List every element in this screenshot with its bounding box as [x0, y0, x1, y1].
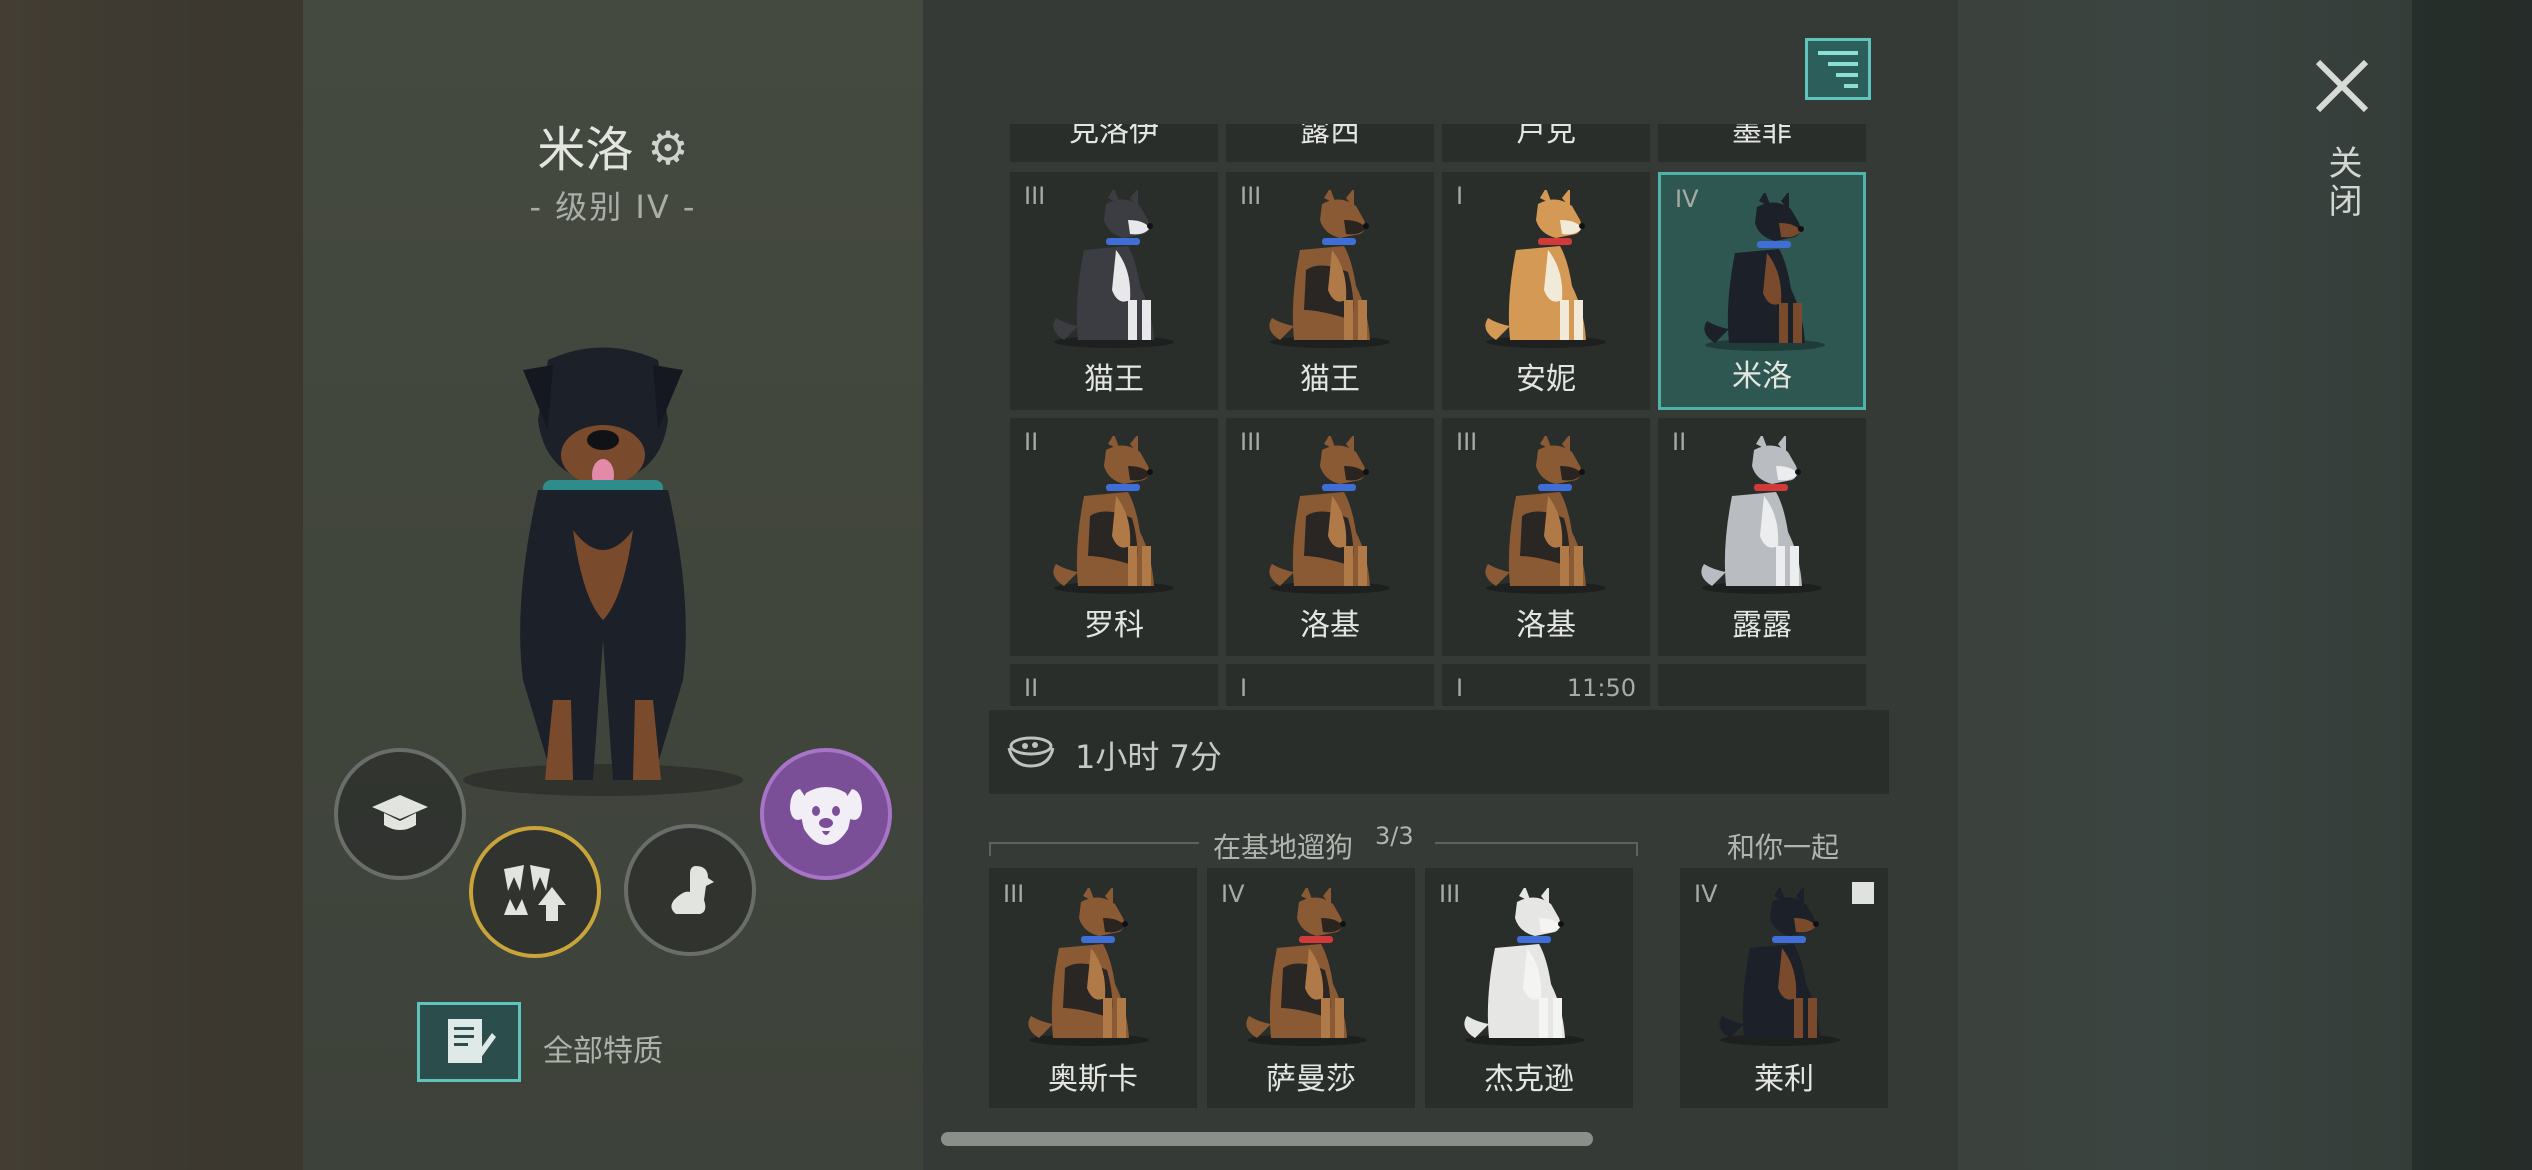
dog-illustration	[1269, 436, 1390, 594]
dog-name-label: 安妮	[1516, 362, 1576, 397]
dog-name-label: 萨曼莎	[1266, 1062, 1356, 1097]
notebook-pen-icon	[448, 1019, 496, 1063]
dog-illustration	[1053, 190, 1174, 348]
dog-illustration	[1701, 436, 1822, 594]
walking-dog-card[interactable]: III 杰克逊	[1425, 868, 1633, 1108]
food-time-text: 1小时 7分	[1075, 738, 1222, 776]
kennel-cell[interactable]: I 安妮	[1442, 172, 1650, 410]
with-you-title: 和你一起	[1727, 831, 1840, 864]
kennel-grid[interactable]: 克洛伊 露西 卢克 墨菲 III 猫王 III 猫王 I 安妮 IV 米洛 II 罗科 III 洛基 I…	[1010, 124, 1872, 706]
dog-level-label: I	[1456, 674, 1464, 702]
dog-face-icon	[790, 787, 862, 845]
divider	[1636, 842, 1638, 856]
dog-name: 米洛	[537, 122, 634, 178]
companion-dog-card[interactable]: IV 莱利	[1680, 868, 1888, 1108]
kennel-cell[interactable]: III 洛基	[1442, 418, 1650, 656]
background-right-band	[2412, 0, 2532, 1170]
walking-dog-card[interactable]: IV 萨曼莎	[1207, 868, 1415, 1108]
dog-level-label: I	[1240, 674, 1248, 702]
menu-icon[interactable]	[1805, 38, 1871, 100]
dog-name-label: 卢克	[1516, 124, 1576, 149]
dog-illustration	[1485, 436, 1606, 594]
kennel-cell[interactable]: III 猫王	[1010, 172, 1218, 410]
kennel-cell[interactable]: I 11:50	[1442, 664, 1650, 706]
dog-name-label: 洛基	[1516, 608, 1576, 643]
kennel-panel: 克洛伊 露西 卢克 墨菲 III 猫王 III 猫王 I 安妮 IV 米洛 II 罗科 III 洛基 I…	[923, 0, 1958, 1170]
box-icon	[1852, 882, 1874, 904]
dog-level: - 级别 IV -	[529, 188, 697, 226]
kennel-cell[interactable]: I	[1226, 664, 1434, 706]
dog-name-label: 奥斯卡	[1048, 1062, 1138, 1097]
dog-level-label: III	[1240, 428, 1262, 456]
dog-name-label: 猫王	[1300, 362, 1360, 397]
rottweiler-portrait	[463, 347, 743, 796]
sitting-dog-icon	[671, 866, 714, 914]
all-traits-button[interactable]	[417, 1002, 521, 1082]
dog-name-label: 克洛伊	[1069, 124, 1159, 149]
gear-icon[interactable]: ⚙	[647, 121, 688, 175]
close-label[interactable]: 关闭	[2317, 145, 2367, 221]
dog-name-label: 罗科	[1084, 608, 1144, 643]
kennel-cell[interactable]: 克洛伊	[1010, 124, 1218, 162]
divider	[989, 842, 991, 856]
walk-section-title: 在基地遛狗	[1213, 831, 1354, 864]
kennel-cell[interactable]: III 猫王	[1226, 172, 1434, 410]
dog-name-row: 米洛 ⚙	[303, 110, 923, 180]
kennel-cell[interactable]: II 罗科	[1010, 418, 1218, 656]
dog-name-label: 墨菲	[1732, 124, 1792, 149]
graduation-cap-icon	[372, 795, 428, 830]
dog-name-label: 猫王	[1084, 362, 1144, 397]
kennel-cell[interactable]: 卢克	[1442, 124, 1650, 162]
divider	[989, 842, 1199, 844]
kennel-cell[interactable]: II	[1010, 664, 1218, 706]
dog-level-label: II	[1024, 428, 1039, 456]
dog-illustration	[1485, 190, 1606, 348]
walking-dog-card[interactable]: III 奥斯卡	[989, 868, 1197, 1108]
dog-illustration	[1704, 193, 1825, 351]
dog-level-label: II	[1024, 674, 1039, 702]
dog-level-label: I	[1456, 182, 1464, 210]
kennel-cell[interactable]: III 洛基	[1226, 418, 1434, 656]
timer-label: 11:50	[1566, 674, 1636, 702]
dog-mode-button[interactable]	[760, 748, 892, 880]
dog-detail-panel: 米洛 ⚙ - 级别 IV - 全部特质	[303, 0, 923, 1170]
dog-name-label: 米洛	[1732, 359, 1792, 394]
dog-illustration	[1246, 888, 1367, 1046]
food-bowl-icon	[1007, 736, 1055, 768]
training-button[interactable]	[334, 748, 466, 880]
all-traits-label: 全部特质	[543, 1034, 663, 1069]
dog-name-label: 莱利	[1754, 1062, 1814, 1097]
dog-name-label: 杰克逊	[1484, 1062, 1574, 1097]
kennel-cell[interactable]: 墨菲	[1658, 124, 1866, 162]
dog-illustration	[1719, 888, 1840, 1046]
dog-name-label: 露露	[1732, 608, 1792, 643]
dog-name-label: 洛基	[1300, 608, 1360, 643]
dog-level-label: III	[1456, 428, 1478, 456]
food-timer-bar: 1小时 7分	[989, 710, 1889, 794]
divider	[1435, 842, 1638, 844]
dog-name-label: 露西	[1300, 124, 1360, 149]
dog-level-label: II	[1672, 428, 1687, 456]
dog-illustration	[1464, 888, 1585, 1046]
dog-illustration	[1269, 190, 1390, 348]
kennel-cell[interactable]: II 露露	[1658, 418, 1866, 656]
fang-upgrade-icon	[504, 865, 566, 921]
walk-count: 3/3	[1375, 822, 1414, 850]
kennel-cell-selected[interactable]: IV 米洛	[1658, 172, 1866, 410]
dog-illustration	[1053, 436, 1174, 594]
close-icon[interactable]	[2312, 56, 2372, 116]
pet-button[interactable]	[624, 824, 756, 956]
kennel-cell[interactable]: 露西	[1226, 124, 1434, 162]
kennel-cell-empty[interactable]	[1658, 664, 1866, 706]
horizontal-scrollbar[interactable]	[941, 1132, 1593, 1146]
upgrade-button[interactable]	[469, 826, 601, 958]
background-left-band	[0, 0, 303, 1170]
dog-illustration	[1028, 888, 1149, 1046]
dog-level-label: III	[1240, 182, 1262, 210]
dog-level-label: III	[1024, 182, 1046, 210]
